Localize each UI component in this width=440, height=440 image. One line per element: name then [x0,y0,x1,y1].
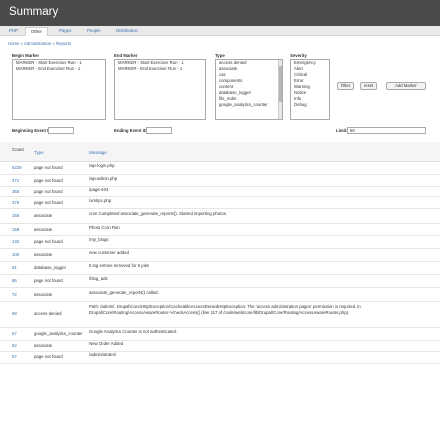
column-header-message[interactable]: Message [89,150,107,155]
table-row: 86 page not found /blog_ads [0,275,440,288]
row-message: /blog_ads [89,276,108,281]
row-message: new customer added [89,250,129,255]
type-label: Type [215,53,225,58]
row-count[interactable]: 91 [12,265,17,270]
row-type: page not found [34,239,63,244]
row-type: page not found [34,189,63,194]
tab-other[interactable]: Other [25,27,48,36]
table-row: 133 page not found /my_blogs [0,236,440,249]
row-message: cron Completed associate_generate_report… [89,211,228,216]
filter-button[interactable]: Filter [337,82,354,90]
table-row: 158 associate cron Completed associate_g… [0,209,440,224]
row-message: New Order Added [89,341,124,346]
severity-label: Severity [290,53,307,58]
row-type: associate [34,227,53,232]
table-row: 68 access denied Path: /admin/. Drupal\C… [0,302,440,328]
breadcrumb[interactable]: Home » Administration » Reports [8,41,71,46]
row-count[interactable]: 68 [12,311,17,316]
table-row: 67 google_analytics_counter Google Analy… [0,328,440,341]
column-header-count: Count [12,147,24,152]
beginning-event-id-label: Beginning Event ID [12,128,52,133]
end-marker-select[interactable]: MARKER - Start Exerciser Run - 1 MARKER … [114,59,206,120]
type-option[interactable]: google_analytics_counter [216,102,282,108]
row-message: /wp-login.php [89,163,115,168]
row-count[interactable]: 279 [12,200,19,205]
tab-pages[interactable]: Pages [54,27,76,36]
begin-marker-label: Begin Marker [12,53,40,58]
tab-bar: PHP Other Pages People Distribution [0,26,440,36]
table-row: 6229 page not found /wp-login.php [0,162,440,175]
row-message: /wp-admin.php [89,176,118,181]
row-type: page not found [34,354,63,359]
row-count[interactable]: 57 [12,354,17,359]
type-scrollbar-thumb[interactable] [279,66,282,102]
row-message: Photo Cron Ran [89,225,120,230]
row-count[interactable]: 365 [12,189,19,194]
row-type: page not found [34,200,63,205]
ending-event-id-label: Ending Event ID [114,128,147,133]
row-type: database_logger [34,265,67,270]
table-row: 158 associate Photo Cron Ran [0,224,440,236]
ending-event-id-input[interactable] [146,127,172,134]
row-type: associate [34,343,53,348]
tab-php[interactable]: PHP [4,27,23,36]
severity-select[interactable]: Emergency Alert Critical Error Warning N… [290,59,330,120]
row-type: associate [34,213,53,218]
row-count[interactable]: 86 [12,278,17,283]
row-type: page not found [34,278,63,283]
row-message: /administrator/ [89,352,117,357]
tab-people[interactable]: People [82,27,106,36]
type-select[interactable]: access denied associate cas components c… [215,59,283,120]
row-message: 0 log entries removed for 6 jobs [89,263,150,268]
table-row: 279 page not found /xmlrpc.php [0,197,440,209]
row-count[interactable]: 6229 [12,165,22,170]
row-message: Google Analytics Counter is not authenti… [89,329,178,334]
end-marker-label: End Marker [114,53,138,58]
row-type: associate [34,292,53,297]
row-message: /my_blogs [89,237,109,242]
row-message: /xmlrpc.php [89,198,112,203]
row-count[interactable]: 158 [12,227,19,232]
limit-input[interactable]: 50 [347,127,426,134]
table-row: 106 associate new customer added [0,249,440,262]
row-count[interactable]: 62 [12,343,17,348]
column-header-type[interactable]: Type [34,150,44,155]
begin-marker-select[interactable]: MARKER - Start Exerciser Run - 1 MARKER … [12,59,106,120]
begin-marker-option[interactable]: MARKER - End Exerciser Run - 1 [13,66,105,72]
row-message: associate_generate_reports() called. [89,290,159,295]
table-row: 365 page not found /page-404 [0,187,440,197]
limit-label: Limit: [336,128,348,133]
table-row: 72 associate associate_generate_reports(… [0,288,440,302]
row-type: page not found [34,178,63,183]
table-row: 371 page not found /wp-admin.php [0,175,440,187]
table-header: Count Type Message [0,142,440,162]
row-type: google_analytics_counter [34,331,83,336]
page-header: Summary [0,0,440,26]
row-count[interactable]: 133 [12,239,19,244]
table-row: 57 page not found /administrator/ [0,352,440,364]
row-message: /page-404 [89,187,109,192]
add-marker-button[interactable]: Add Marker [386,82,426,90]
end-marker-option[interactable]: MARKER - End Exerciser Run - 1 [115,66,205,72]
row-type: associate [34,252,53,257]
beginning-event-id-input[interactable] [48,127,74,134]
page-title: Summary [9,6,59,18]
type-scrollbar[interactable] [278,60,282,119]
tab-distribution[interactable]: Distribution [111,27,143,36]
severity-option[interactable]: Debug [291,102,329,108]
row-message: Path: /admin/. Drupal\Core\Http\Exceptio… [89,304,361,316]
row-count[interactable]: 158 [12,213,19,218]
table-row: 91 database_logger 0 log entries removed… [0,262,440,275]
row-count[interactable]: 67 [12,331,17,336]
row-type: page not found [34,165,63,170]
table-row: 62 associate New Order Added [0,341,440,352]
row-count[interactable]: 371 [12,178,19,183]
row-count[interactable]: 72 [12,292,17,297]
row-type: access denied [34,311,62,316]
reset-button[interactable]: reset [360,82,377,90]
row-count[interactable]: 106 [12,252,19,257]
